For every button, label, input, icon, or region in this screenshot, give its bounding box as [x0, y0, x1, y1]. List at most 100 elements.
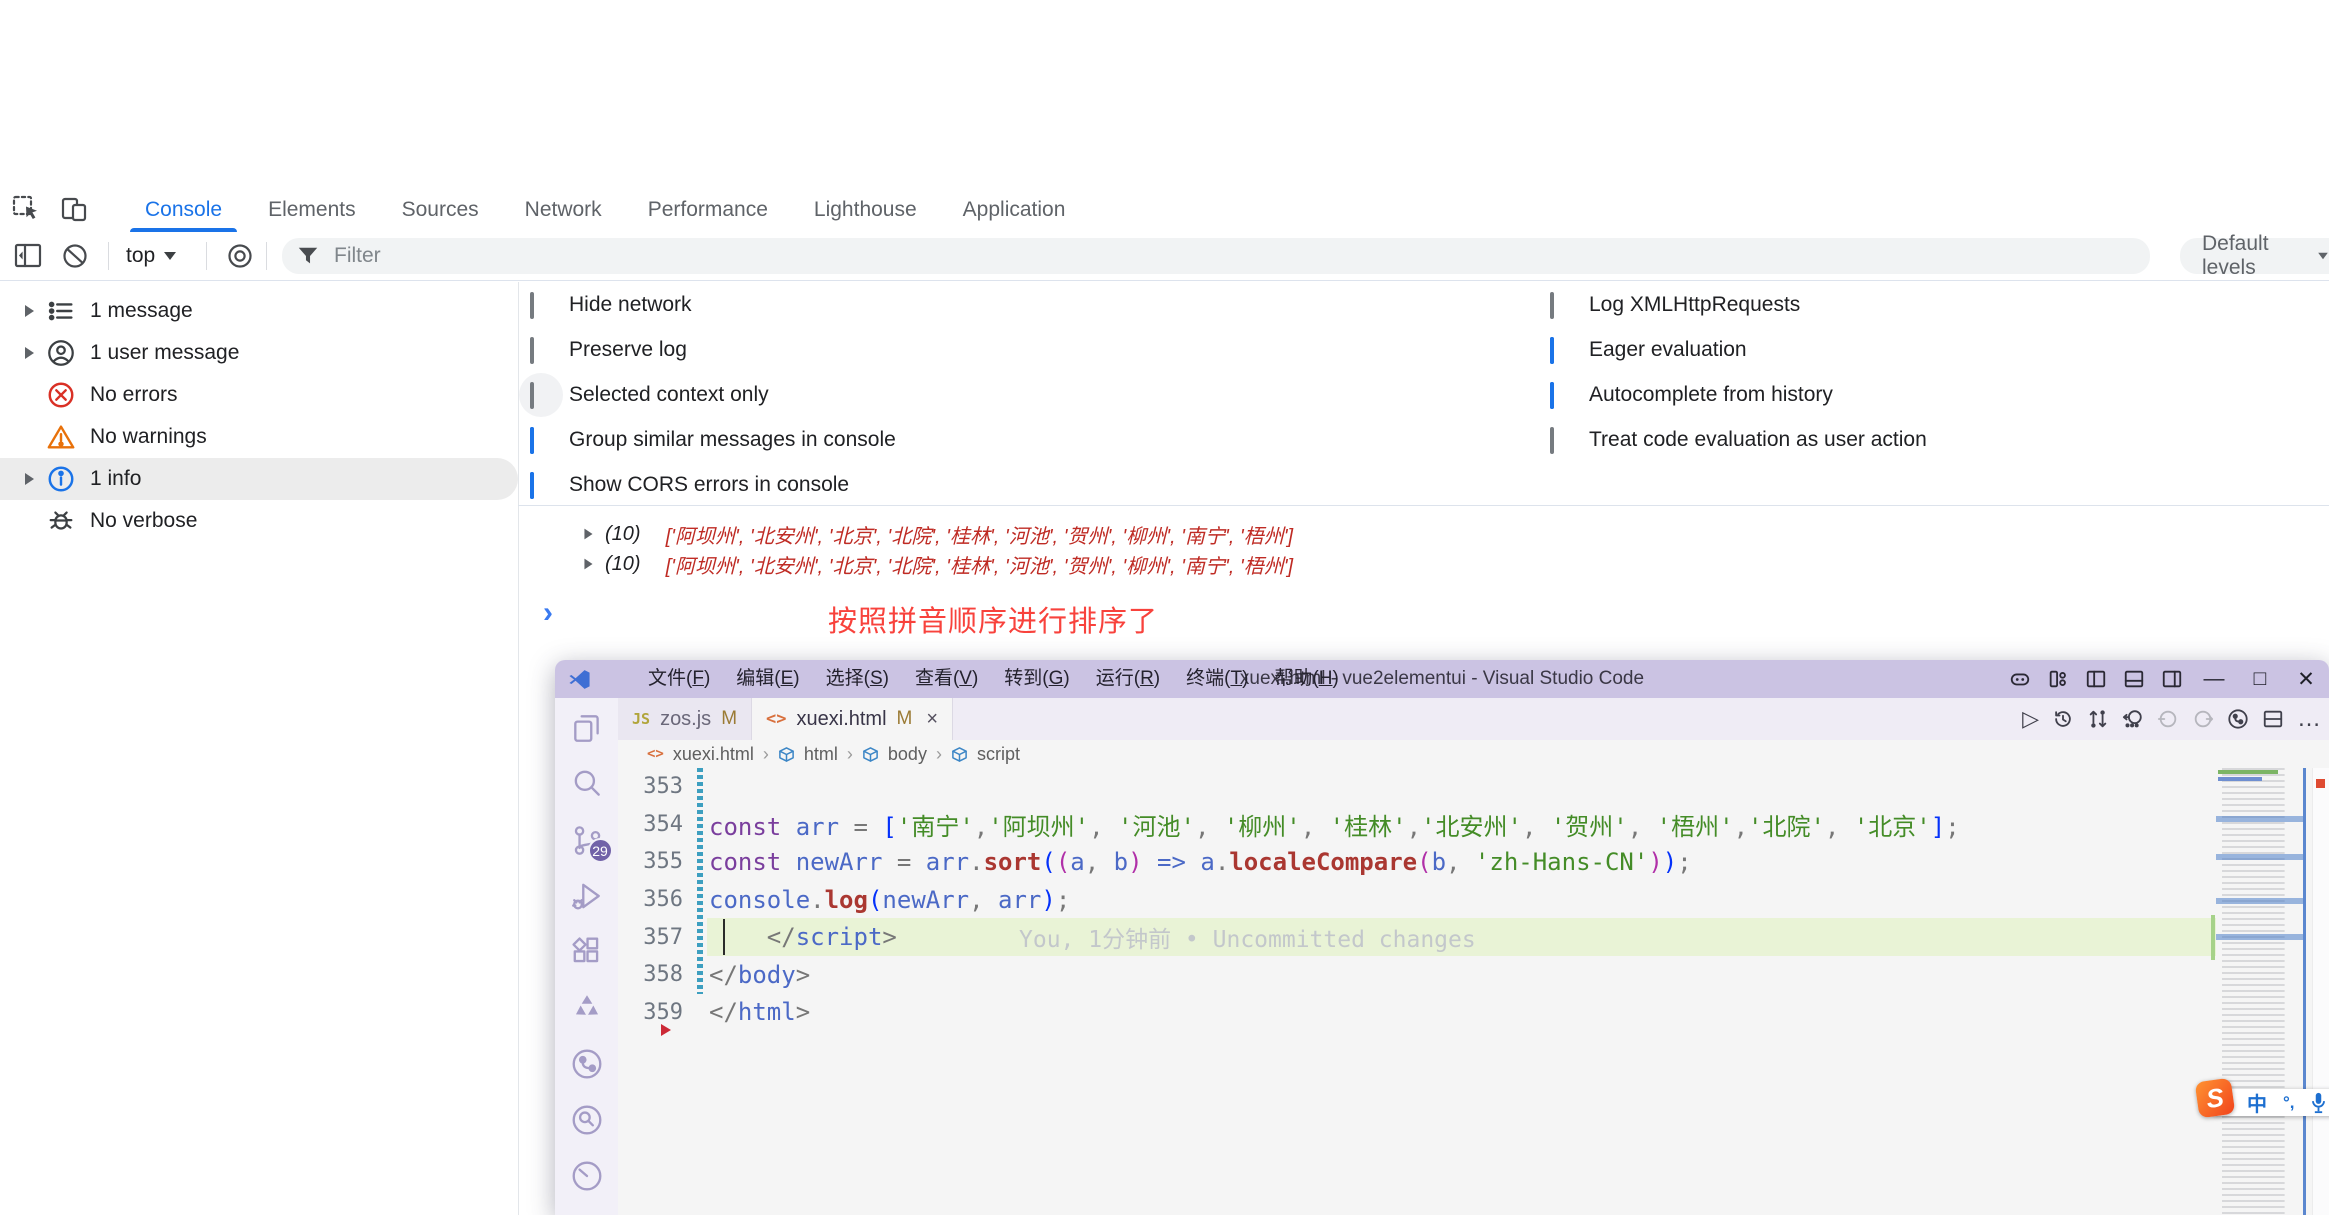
- sidebar-item-info[interactable]: 1 info: [0, 458, 518, 500]
- expand-icon[interactable]: [18, 347, 40, 359]
- source-control-icon[interactable]: 29: [570, 823, 604, 857]
- gauge-icon[interactable]: [570, 1159, 604, 1193]
- setting-selected-context-only[interactable]: Selected context only: [530, 372, 896, 417]
- checkbox[interactable]: [530, 427, 534, 454]
- maximize-button[interactable]: □: [2237, 660, 2283, 698]
- breadcrumb-html[interactable]: html: [804, 744, 838, 765]
- next-change-icon[interactable]: [2192, 708, 2214, 730]
- more-actions-icon[interactable]: …: [2297, 705, 2321, 733]
- toggle-panel-icon[interactable]: [2115, 668, 2153, 690]
- compare-changes-icon[interactable]: [2087, 708, 2109, 730]
- console-log-row[interactable]: (10) ['阿坝州', '北安州', '北京', '北院', '桂林', '河…: [518, 519, 2329, 549]
- code-line[interactable]: 358 </body>: [618, 956, 2216, 994]
- checkbox[interactable]: [1550, 337, 1554, 364]
- menu-file[interactable]: 文件(F): [635, 660, 723, 698]
- microphone-icon[interactable]: [2311, 1092, 2326, 1114]
- explorer-icon[interactable]: [570, 711, 604, 745]
- split-editor-icon[interactable]: [2262, 708, 2284, 730]
- tab-application[interactable]: Application: [940, 187, 1089, 232]
- code-line[interactable]: 355 const newArr = arr.sort((a, b) => a.…: [618, 843, 2216, 881]
- setting-show-cors-errors[interactable]: Show CORS errors in console: [530, 462, 896, 507]
- run-file-icon[interactable]: ▷: [2022, 708, 2039, 730]
- tab-xuexi-html[interactable]: <> xuexi.html M ×: [752, 698, 953, 740]
- clear-console-icon[interactable]: [62, 243, 88, 269]
- expand-icon[interactable]: [584, 529, 592, 540]
- context-selector[interactable]: top: [126, 232, 176, 280]
- extensions-icon[interactable]: [570, 935, 604, 969]
- setting-eager-evaluation[interactable]: Eager evaluation: [1550, 327, 1927, 372]
- tab-performance[interactable]: Performance: [625, 187, 791, 232]
- filter-input[interactable]: Filter: [282, 238, 2150, 274]
- breadcrumb-body[interactable]: body: [888, 744, 927, 765]
- code-line[interactable]: 354 const arr = ['南宁','阿坝州', '河池', '柳州',…: [618, 806, 2216, 844]
- setting-log-xhr[interactable]: Log XMLHttpRequests: [1550, 282, 1927, 327]
- console-log-row[interactable]: (10) ['阿坝州', '北安州', '北京', '北院', '桂林', '河…: [518, 549, 2329, 579]
- tab-lighthouse[interactable]: Lighthouse: [791, 187, 940, 232]
- checkbox[interactable]: [530, 472, 534, 499]
- menu-run[interactable]: 运行(R): [1083, 660, 1173, 698]
- device-toolbar-icon[interactable]: [60, 195, 88, 223]
- code-line[interactable]: 359 </html>: [618, 994, 2216, 1032]
- expand-icon[interactable]: [18, 305, 40, 317]
- code-editor[interactable]: 353 354 const arr = ['南宁','阿坝州', '河池', '…: [618, 768, 2216, 1031]
- checkbox[interactable]: [1550, 427, 1554, 454]
- checkbox[interactable]: [1550, 292, 1554, 319]
- menu-goto[interactable]: 转到(G): [991, 660, 1082, 698]
- ime-punctuation-button[interactable]: °,: [2283, 1093, 2295, 1113]
- git-graph-view-icon[interactable]: [570, 1047, 604, 1081]
- checkbox[interactable]: [530, 292, 534, 319]
- sogou-logo[interactable]: S: [2195, 1078, 2236, 1119]
- minimize-button[interactable]: —: [2191, 660, 2237, 698]
- search-icon[interactable]: [570, 767, 604, 801]
- previous-change-icon[interactable]: [2157, 708, 2179, 730]
- sidebar-item-warnings[interactable]: No warnings: [0, 416, 518, 458]
- code-line[interactable]: 356 console.log(newArr, arr);: [618, 881, 2216, 919]
- breadcrumb-file[interactable]: xuexi.html: [673, 744, 754, 765]
- toggle-sidebar-icon[interactable]: [14, 243, 42, 269]
- close-button[interactable]: ✕: [2283, 660, 2329, 698]
- setting-autocomplete-history[interactable]: Autocomplete from history: [1550, 372, 1927, 417]
- log-levels-dropdown[interactable]: Default levels: [2180, 238, 2329, 274]
- expand-icon[interactable]: [584, 559, 592, 570]
- menu-selection[interactable]: 选择(S): [813, 660, 902, 698]
- tab-zos-js[interactable]: JS zos.js M: [618, 698, 752, 740]
- toggle-primary-sidebar-icon[interactable]: [2077, 668, 2115, 690]
- console-prompt-icon[interactable]: ›: [543, 596, 553, 630]
- live-expression-eye-icon[interactable]: [226, 243, 254, 269]
- tab-elements[interactable]: Elements: [245, 187, 379, 232]
- inspect-element-icon[interactable]: [12, 195, 40, 223]
- open-changes-icon[interactable]: [2122, 708, 2144, 730]
- extension-logo-icon[interactable]: [570, 991, 604, 1025]
- breadcrumb-script[interactable]: script: [977, 744, 1020, 765]
- tab-network[interactable]: Network: [502, 187, 625, 232]
- code-line-current[interactable]: 357 </script> You, 1分钟前 • Uncommitted ch…: [618, 918, 2216, 956]
- menu-edit[interactable]: 编辑(E): [723, 660, 812, 698]
- checkbox[interactable]: [1550, 382, 1554, 409]
- sidebar-item-errors[interactable]: No errors: [0, 374, 518, 416]
- git-graph-icon[interactable]: [2227, 708, 2249, 730]
- menu-terminal[interactable]: 终端(T): [1173, 660, 1261, 698]
- setting-preserve-log[interactable]: Preserve log: [530, 327, 896, 372]
- checkbox[interactable]: [530, 382, 534, 409]
- git-history-icon[interactable]: [570, 1103, 604, 1137]
- tab-console[interactable]: Console: [122, 187, 245, 232]
- checkbox[interactable]: [530, 337, 534, 364]
- expand-icon[interactable]: [18, 473, 40, 485]
- copilot-icon[interactable]: [2001, 668, 2039, 690]
- sidebar-item-messages[interactable]: 1 message: [0, 290, 518, 332]
- setting-group-similar[interactable]: Group similar messages in console: [530, 417, 896, 462]
- run-debug-icon[interactable]: [570, 879, 604, 913]
- sidebar-item-user-messages[interactable]: 1 user message: [0, 332, 518, 374]
- minimap[interactable]: [2216, 768, 2303, 1215]
- sidebar-item-verbose[interactable]: No verbose: [0, 500, 518, 542]
- ime-language-mode-button[interactable]: 中: [2247, 1088, 2267, 1117]
- menu-view[interactable]: 查看(V): [902, 660, 991, 698]
- setting-treat-eval-user-action[interactable]: Treat code evaluation as user action: [1550, 417, 1927, 462]
- close-tab-icon[interactable]: ×: [926, 708, 938, 731]
- setting-hide-network[interactable]: Hide network: [530, 282, 896, 327]
- tab-sources[interactable]: Sources: [379, 187, 502, 232]
- menu-help[interactable]: 帮助(H): [1261, 660, 1351, 698]
- editor-scrollbar[interactable]: [2312, 768, 2329, 1215]
- customize-layout-icon[interactable]: [2039, 668, 2077, 690]
- timeline-history-icon[interactable]: [2052, 708, 2074, 730]
